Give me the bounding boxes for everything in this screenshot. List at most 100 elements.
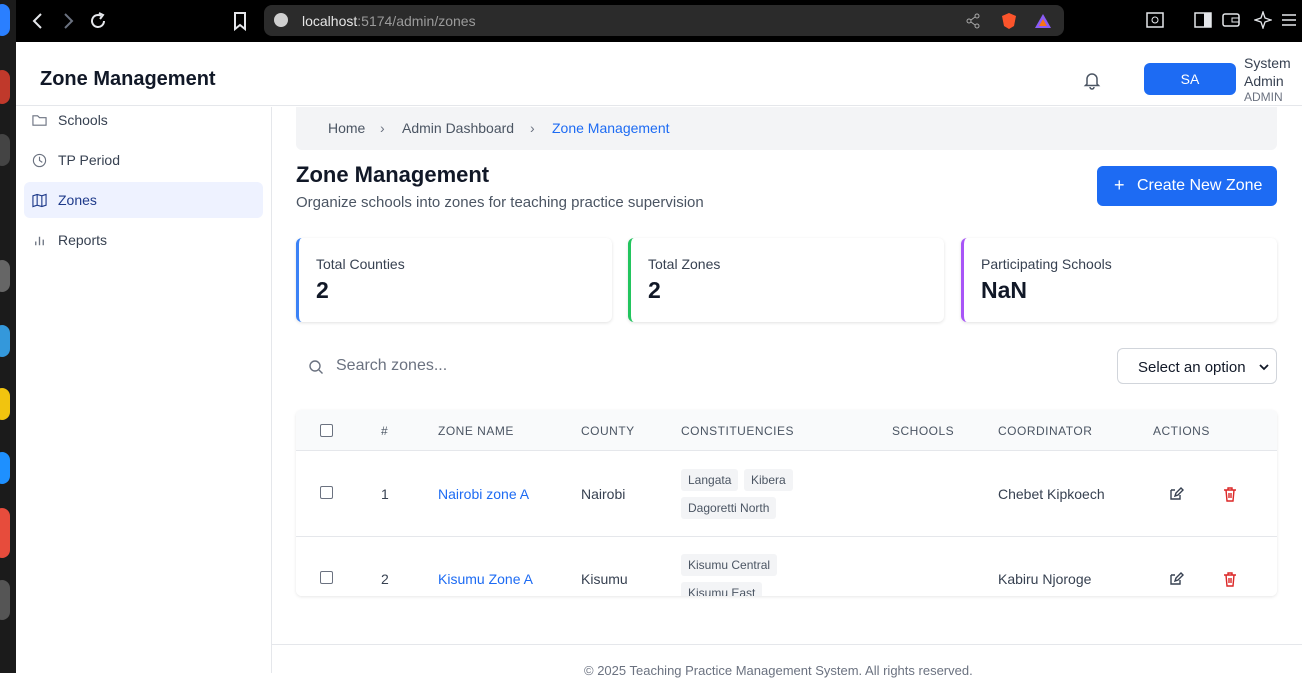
breadcrumb-admin-dashboard-link[interactable]: Admin Dashboard — [402, 120, 514, 136]
sidebar-item-label: Schools — [58, 112, 108, 128]
dock-app-icon[interactable] — [0, 508, 10, 558]
zone-name-link[interactable]: Nairobi zone A — [438, 486, 529, 502]
constituency-tag: Dagoretti North — [681, 497, 777, 519]
chevron-down-icon — [1259, 364, 1269, 371]
constituency-tag: Kisumu Central — [681, 554, 778, 576]
plus-icon: + — [1114, 175, 1125, 195]
delete-icon[interactable] — [1222, 486, 1238, 502]
row-number: 1 — [381, 486, 389, 502]
row-checkbox[interactable] — [320, 486, 333, 499]
search-box — [296, 348, 676, 384]
menu-icon[interactable] — [1280, 11, 1298, 29]
delete-icon[interactable] — [1222, 571, 1238, 587]
dock-app-icon[interactable] — [0, 452, 10, 484]
sidebar-item-tp-period[interactable]: TP Period — [24, 142, 263, 178]
zone-name-link[interactable]: Kisumu Zone A — [438, 571, 533, 587]
constituency-tag: Kisumu East — [681, 582, 763, 596]
os-dock — [0, 0, 16, 673]
create-zone-button[interactable]: + Create New Zone — [1097, 166, 1277, 206]
sidebar-item-label: TP Period — [58, 152, 120, 168]
breadcrumb-home-link[interactable]: Home — [328, 120, 365, 136]
page-subtitle: Organize schools into zones for teaching… — [296, 194, 704, 211]
sidebar-item-reports[interactable]: Reports — [24, 222, 263, 258]
folder-icon — [32, 115, 47, 126]
search-input[interactable] — [336, 354, 666, 378]
search-icon — [309, 360, 323, 374]
brave-shield-icon[interactable] — [1000, 12, 1018, 30]
site-info-icon[interactable] — [274, 13, 288, 27]
breadcrumb-current: Zone Management — [552, 120, 670, 136]
sidebar-item-label: Reports — [58, 232, 108, 248]
user-avatar-button[interactable]: SA — [1144, 63, 1236, 95]
wallet-icon[interactable] — [1222, 11, 1240, 29]
stat-value: 2 — [316, 277, 329, 303]
stat-label: Participating Schools — [981, 256, 1112, 272]
stat-label: Total Zones — [648, 256, 721, 272]
select-all-checkbox[interactable] — [320, 424, 333, 437]
dock-app-icon[interactable] — [0, 70, 10, 104]
stat-card-total-zones: Total Zones 2 — [628, 238, 944, 322]
leo-ai-icon[interactable] — [1254, 11, 1272, 29]
footer-copyright: © 2025 Teaching Practice Management Syst… — [584, 663, 973, 678]
page-title: Zone Management — [296, 162, 490, 187]
dock-app-icon[interactable] — [0, 325, 10, 357]
row-checkbox[interactable] — [320, 571, 333, 584]
notification-bell-icon[interactable] — [1082, 70, 1102, 90]
sidebar-item-schools[interactable]: Schools — [24, 102, 263, 138]
edit-icon[interactable] — [1168, 486, 1184, 502]
column-header-actions: ACTIONS — [1153, 424, 1210, 438]
share-icon[interactable] — [964, 12, 982, 30]
stat-value: 2 — [648, 277, 661, 303]
chevron-right-icon: › — [380, 120, 385, 136]
dock-app-icon[interactable] — [0, 4, 10, 36]
table-row: 1 Nairobi zone A Nairobi Langata Kibera … — [296, 452, 1277, 537]
row-number: 2 — [381, 571, 389, 587]
sidebar: Schools TP Period Zones Reports — [16, 107, 272, 673]
dock-app-icon[interactable] — [0, 580, 10, 620]
forward-icon[interactable] — [56, 9, 80, 33]
column-header-county: COUNTY — [581, 424, 635, 438]
sidebar-item-zones[interactable]: Zones — [24, 182, 263, 218]
create-zone-label: Create New Zone — [1137, 177, 1263, 194]
zones-table: # ZONE NAME COUNTY CONSTITUENCIES SCHOOL… — [296, 410, 1277, 596]
page-footer: © 2025 Teaching Practice Management Syst… — [272, 644, 1302, 678]
column-header-schools: SCHOOLS — [892, 424, 955, 438]
brave-rewards-icon[interactable] — [1034, 12, 1052, 30]
clock-icon — [32, 153, 47, 168]
stat-value: NaN — [981, 277, 1028, 303]
bar-chart-icon — [35, 236, 44, 246]
dock-app-icon[interactable] — [0, 388, 10, 420]
back-icon[interactable] — [26, 9, 50, 33]
map-icon — [32, 193, 47, 208]
breadcrumb: Home › Admin Dashboard › Zone Management — [296, 107, 1277, 150]
dock-app-icon[interactable] — [0, 260, 10, 292]
stat-card-participating-schools: Participating Schools NaN — [961, 238, 1277, 322]
browser-toolbar: localhost:5174/admin/zones — [16, 0, 1302, 42]
column-header-zone-name: ZONE NAME — [438, 424, 514, 438]
column-header-coordinator: COORDINATOR — [998, 424, 1093, 438]
dock-app-icon[interactable] — [0, 134, 10, 166]
address-bar[interactable]: localhost:5174/admin/zones — [264, 5, 1064, 36]
constituency-tag: Langata — [681, 469, 739, 491]
url-text[interactable]: localhost:5174/admin/zones — [302, 13, 476, 29]
table-row: 2 Kisumu Zone A Kisumu Kisumu Central Ki… — [296, 537, 1277, 596]
media-icon[interactable] — [1146, 11, 1164, 29]
chevron-right-icon: › — [530, 120, 535, 136]
county-cell: Nairobi — [581, 486, 626, 502]
bookmark-icon[interactable] — [228, 9, 252, 33]
column-header-constituencies: CONSTITUENCIES — [681, 424, 795, 438]
table-header: # ZONE NAME COUNTY CONSTITUENCIES SCHOOL… — [296, 410, 1277, 451]
column-header-number: # — [381, 424, 389, 438]
main-content: Home › Admin Dashboard › Zone Management… — [272, 107, 1302, 678]
county-cell: Kisumu — [581, 571, 628, 587]
app-header: Zone Management SA System Admin ADMIN — [16, 42, 1302, 106]
sidebar-toggle-icon[interactable] — [1194, 11, 1212, 29]
edit-icon[interactable] — [1168, 571, 1184, 587]
stat-label: Total Counties — [316, 256, 405, 272]
user-role: ADMIN — [1244, 90, 1283, 104]
filter-select[interactable]: Select an option — [1117, 348, 1277, 384]
stat-card-total-counties: Total Counties 2 — [296, 238, 612, 322]
reload-icon[interactable] — [86, 9, 110, 33]
filter-select-value: Select an option — [1138, 359, 1246, 376]
app-title: Zone Management — [40, 68, 216, 90]
